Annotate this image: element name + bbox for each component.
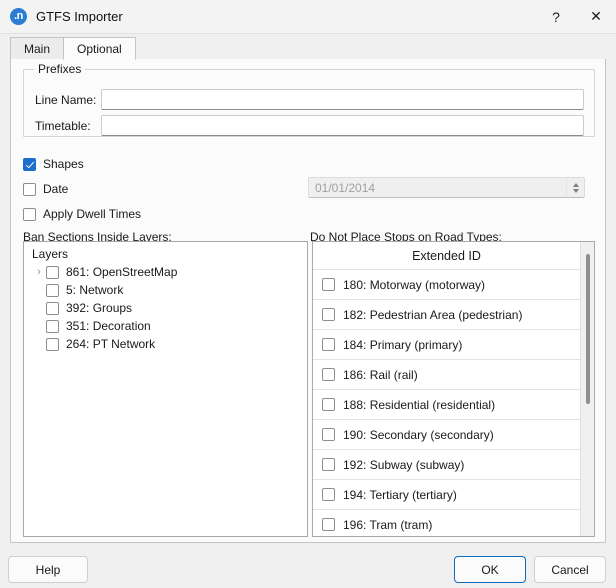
layer-checkbox[interactable] — [46, 266, 59, 279]
line-name-row: Line Name: — [35, 89, 585, 110]
layer-checkbox[interactable] — [46, 284, 59, 297]
road-type-label: 182: Pedestrian Area (pedestrian) — [343, 308, 522, 322]
road-type-row[interactable]: 196: Tram (tram) — [313, 510, 580, 536]
window-title: GTFS Importer — [36, 9, 123, 24]
timetable-label: Timetable: — [35, 119, 101, 133]
chevron-placeholder-icon: › — [32, 321, 46, 332]
chevron-down-icon[interactable] — [573, 189, 579, 193]
timetable-row: Timetable: — [35, 115, 585, 136]
window-controls: ? ✕ — [536, 0, 616, 33]
cancel-button[interactable]: Cancel — [534, 556, 606, 583]
road-type-label: 192: Subway (subway) — [343, 458, 464, 472]
line-name-input[interactable] — [101, 89, 584, 110]
road-type-row[interactable]: 180: Motorway (motorway) — [313, 270, 580, 300]
date-label: Date — [43, 182, 68, 196]
close-icon[interactable]: ✕ — [576, 0, 616, 33]
timetable-input[interactable] — [101, 115, 584, 136]
help-button[interactable]: Help — [8, 556, 88, 583]
layer-label: 5: Network — [66, 283, 123, 297]
layer-label: 392: Groups — [66, 301, 132, 315]
road-type-checkbox[interactable] — [322, 278, 335, 291]
scrollbar-thumb[interactable] — [586, 254, 590, 404]
tab-strip: Main Optional — [10, 38, 606, 60]
road-type-checkbox[interactable] — [322, 368, 335, 381]
line-name-label: Line Name: — [35, 93, 101, 107]
shapes-checkbox[interactable] — [23, 158, 36, 171]
road-types-column-header: Extended ID — [313, 242, 580, 270]
road-type-row[interactable]: 194: Tertiary (tertiary) — [313, 480, 580, 510]
road-type-row[interactable]: 186: Rail (rail) — [313, 360, 580, 390]
road-types-scrollbar[interactable] — [580, 242, 594, 536]
date-stepper[interactable] — [566, 178, 584, 197]
road-type-checkbox[interactable] — [322, 338, 335, 351]
shapes-label: Shapes — [43, 157, 84, 171]
road-type-label: 184: Primary (primary) — [343, 338, 462, 352]
tab-optional[interactable]: Optional — [63, 37, 136, 60]
road-type-label: 186: Rail (rail) — [343, 368, 418, 382]
apply-dwell-times-label: Apply Dwell Times — [43, 207, 141, 221]
ok-button[interactable]: OK — [454, 556, 526, 583]
road-type-checkbox[interactable] — [322, 458, 335, 471]
road-type-row[interactable]: 184: Primary (primary) — [313, 330, 580, 360]
layers-tree-item[interactable]: › 861: OpenStreetMap — [24, 263, 307, 281]
layer-checkbox[interactable] — [46, 302, 59, 315]
road-type-checkbox[interactable] — [322, 518, 335, 531]
layers-tree[interactable]: Layers › 861: OpenStreetMap › 5: Network… — [23, 241, 308, 537]
layer-label: 351: Decoration — [66, 319, 151, 333]
chevron-placeholder-icon: › — [32, 303, 46, 314]
shapes-checkbox-row[interactable]: Shapes — [23, 155, 84, 173]
road-type-checkbox[interactable] — [322, 488, 335, 501]
layer-checkbox[interactable] — [46, 338, 59, 351]
road-type-checkbox[interactable] — [322, 428, 335, 441]
date-checkbox[interactable] — [23, 183, 36, 196]
date-field[interactable]: 01/01/2014 — [308, 177, 585, 198]
road-type-checkbox[interactable] — [322, 398, 335, 411]
road-type-row[interactable]: 192: Subway (subway) — [313, 450, 580, 480]
road-type-label: 194: Tertiary (tertiary) — [343, 488, 457, 502]
date-value: 01/01/2014 — [315, 181, 375, 195]
layer-label: 264: PT Network — [66, 337, 155, 351]
chevron-right-icon[interactable]: › — [32, 267, 46, 278]
tab-main[interactable]: Main — [10, 37, 64, 59]
road-type-row[interactable]: 188: Residential (residential) — [313, 390, 580, 420]
layers-tree-item[interactable]: › 351: Decoration — [24, 317, 307, 335]
road-type-row[interactable]: 182: Pedestrian Area (pedestrian) — [313, 300, 580, 330]
road-types-list[interactable]: Extended ID 180: Motorway (motorway) 182… — [312, 241, 595, 537]
chevron-placeholder-icon: › — [32, 339, 46, 350]
road-type-checkbox[interactable] — [322, 308, 335, 321]
road-type-label: 188: Residential (residential) — [343, 398, 495, 412]
app-icon: .n — [10, 8, 27, 25]
chevron-up-icon[interactable] — [573, 183, 579, 187]
road-type-label: 190: Secondary (secondary) — [343, 428, 494, 442]
road-type-row[interactable]: 190: Secondary (secondary) — [313, 420, 580, 450]
date-checkbox-row[interactable]: Date — [23, 180, 68, 198]
layer-checkbox[interactable] — [46, 320, 59, 333]
title-bar: .n GTFS Importer ? ✕ — [0, 0, 616, 34]
prefixes-group-title: Prefixes — [34, 62, 85, 76]
tab-panel-optional: Prefixes Line Name: Timetable: Shapes Da… — [10, 59, 606, 543]
chevron-placeholder-icon: › — [32, 285, 46, 296]
apply-dwell-times-checkbox[interactable] — [23, 208, 36, 221]
prefixes-group: Prefixes Line Name: Timetable: — [23, 69, 595, 137]
layer-label: 861: OpenStreetMap — [66, 265, 177, 279]
layers-tree-item[interactable]: › 5: Network — [24, 281, 307, 299]
layers-tree-item[interactable]: › 392: Groups — [24, 299, 307, 317]
layers-tree-item[interactable]: › 264: PT Network — [24, 335, 307, 353]
help-icon[interactable]: ? — [536, 0, 576, 33]
layers-tree-header: Layers — [24, 242, 307, 263]
road-type-label: 180: Motorway (motorway) — [343, 278, 485, 292]
road-types-rows: Extended ID 180: Motorway (motorway) 182… — [313, 242, 580, 536]
road-type-label: 196: Tram (tram) — [343, 518, 432, 532]
apply-dwell-times-checkbox-row[interactable]: Apply Dwell Times — [23, 205, 141, 223]
